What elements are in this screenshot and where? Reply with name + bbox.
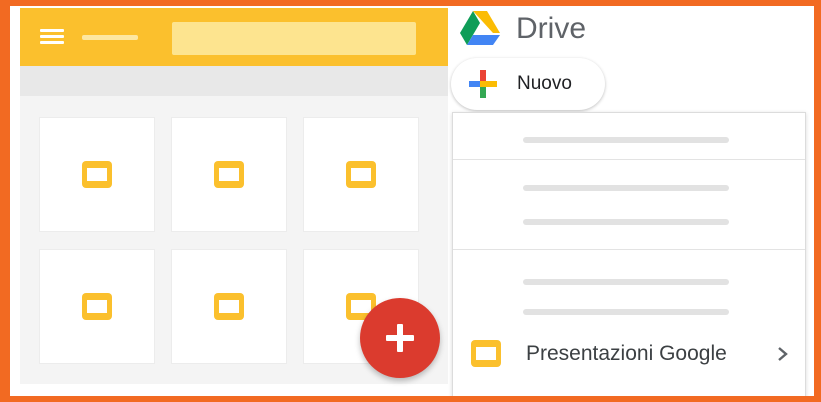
hamburger-icon[interactable] xyxy=(40,27,64,45)
new-menu: Presentazioni Google xyxy=(452,112,806,396)
add-fab-button[interactable] xyxy=(360,298,440,378)
search-placeholder[interactable] xyxy=(172,22,416,55)
presentation-tile[interactable] xyxy=(172,250,286,363)
presentation-tile[interactable] xyxy=(172,118,286,231)
new-button-label: Nuovo xyxy=(517,73,572,94)
google-drive-icon xyxy=(460,11,500,45)
app-title-placeholder xyxy=(82,35,138,40)
slides-icon xyxy=(214,293,244,320)
drive-title: Drive xyxy=(516,12,587,45)
new-button[interactable]: Nuovo xyxy=(451,58,605,110)
presentation-tile[interactable] xyxy=(40,250,154,363)
menu-divider xyxy=(453,159,805,160)
menu-item-placeholder[interactable] xyxy=(523,309,729,315)
presentation-tile[interactable] xyxy=(40,118,154,231)
slides-icon xyxy=(82,293,112,320)
chevron-right-icon xyxy=(778,347,788,361)
slides-icon xyxy=(214,161,244,188)
google-plus-icon xyxy=(469,70,497,98)
slides-app-mockup xyxy=(20,8,448,384)
menu-item-placeholder[interactable] xyxy=(523,279,729,285)
slides-icon xyxy=(346,161,376,188)
menu-item-placeholder[interactable] xyxy=(523,219,729,225)
menu-item-google-slides[interactable]: Presentazioni Google xyxy=(453,331,805,375)
menu-item-placeholder[interactable] xyxy=(523,137,729,143)
toolbar-placeholder xyxy=(20,66,448,96)
screenshot-frame: Drive Nuovo Presentazioni Google xyxy=(10,6,814,396)
slides-icon xyxy=(471,340,501,367)
menu-item-placeholder[interactable] xyxy=(523,185,729,191)
presentation-tile[interactable] xyxy=(304,118,418,231)
menu-item-label: Presentazioni Google xyxy=(526,342,727,365)
app-header xyxy=(20,8,448,66)
slides-icon xyxy=(82,161,112,188)
menu-divider xyxy=(453,249,805,250)
